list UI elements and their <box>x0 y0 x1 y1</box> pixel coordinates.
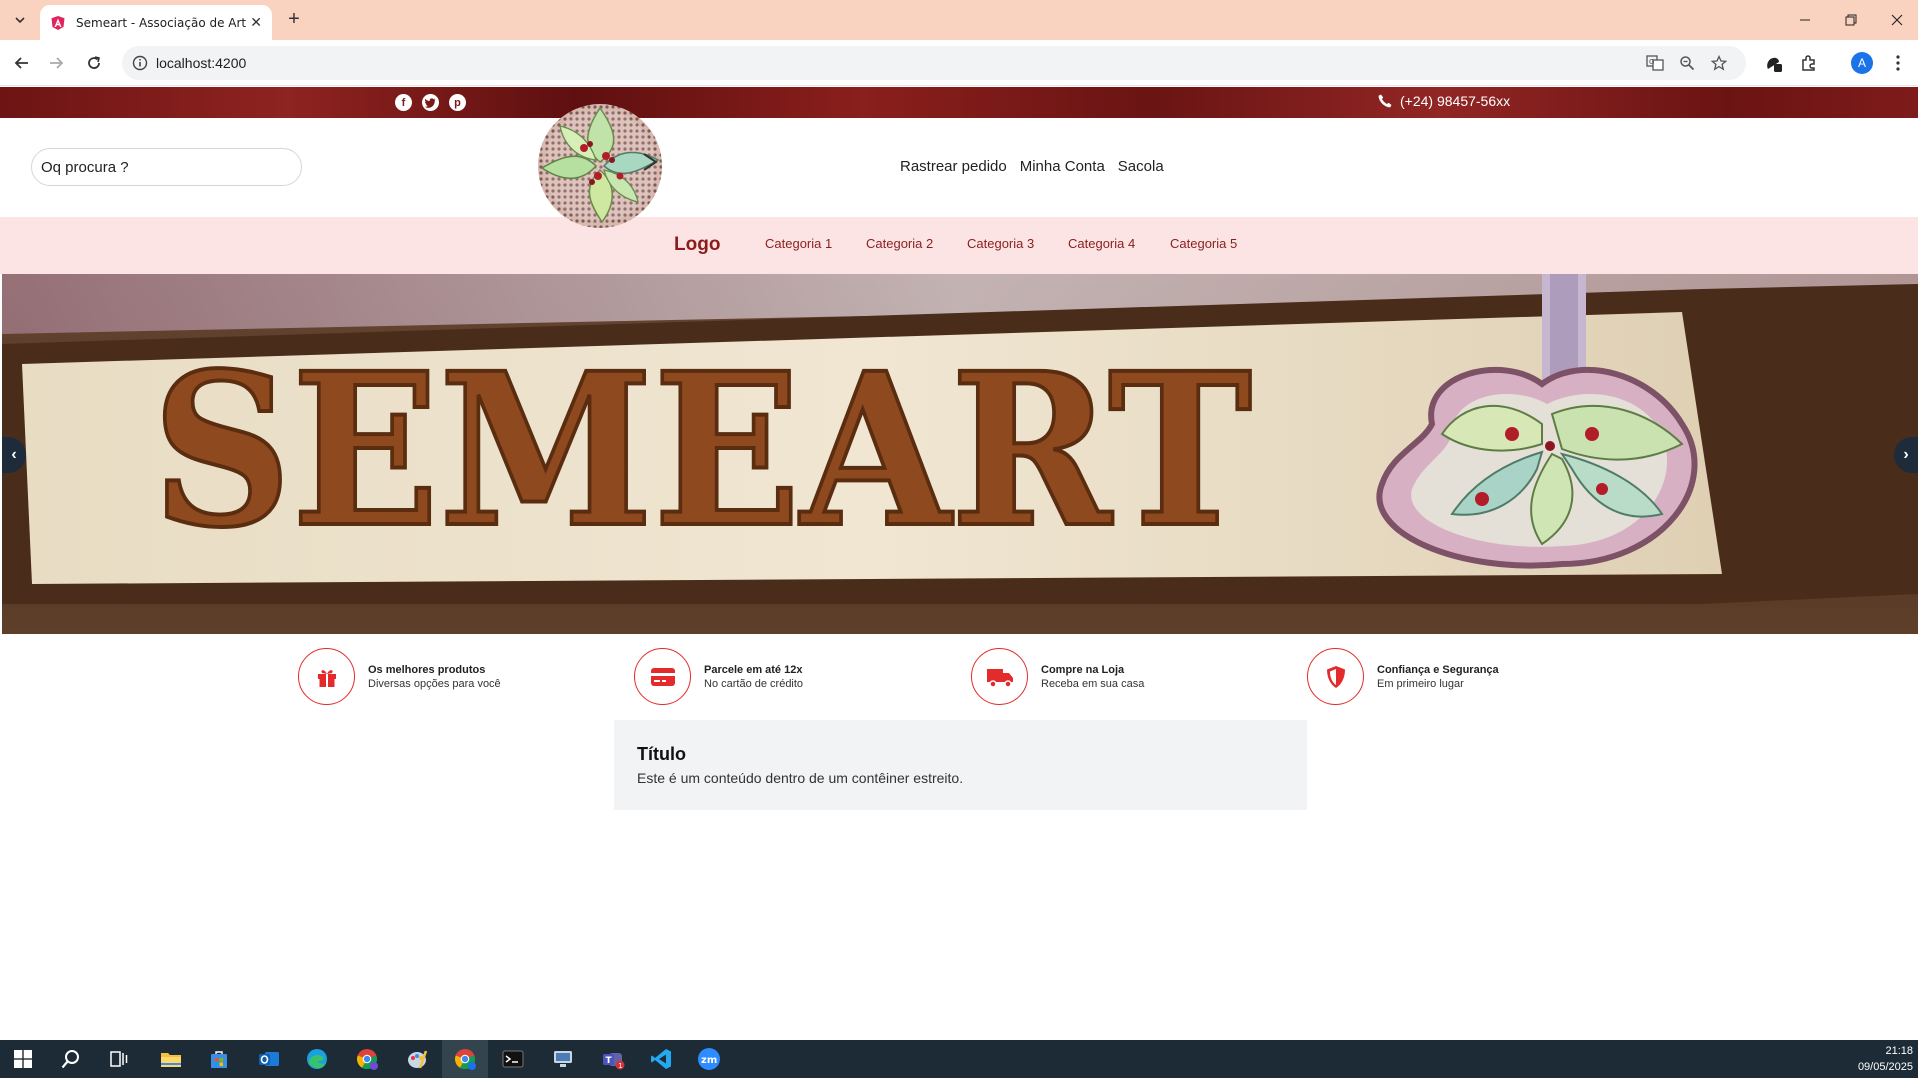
reload-button[interactable] <box>82 51 106 75</box>
feature-best-products: Os melhores produtos Diversas opções par… <box>298 648 501 705</box>
windows-taskbar: T1 zm 21:18 09/05/2025 <box>0 1040 1918 1078</box>
sign-text: SEMEART <box>152 327 1252 574</box>
clock-date: 09/05/2025 <box>1857 1061 1913 1073</box>
my-account-link[interactable]: Minha Conta <box>1020 158 1105 175</box>
feature-subtitle: Receba em sua casa <box>1041 677 1145 690</box>
reload-icon <box>88 56 100 69</box>
tab-close-icon[interactable]: ✕ <box>250 14 262 31</box>
content-text: Este é um conteúdo dentro de um contêine… <box>637 770 964 786</box>
outlook-icon[interactable] <box>256 1046 282 1072</box>
phone-icon <box>1378 94 1392 108</box>
minimize-button[interactable] <box>1790 8 1820 32</box>
shield-icon <box>1307 648 1364 705</box>
menu-kebab-icon[interactable] <box>1886 51 1910 75</box>
top-info-strip: f p (+24) 98457-56xx <box>0 87 1918 118</box>
site-header: Rastrear pedido Minha Conta Sacola <box>0 118 1918 217</box>
site-info-icon[interactable] <box>132 55 148 71</box>
extension-icon[interactable] <box>1762 51 1786 75</box>
twitter-icon[interactable] <box>422 94 439 111</box>
feature-subtitle: Em primeiro lugar <box>1377 677 1464 690</box>
site-logo[interactable] <box>532 98 668 234</box>
category-link-1[interactable]: Categoria 1 <box>765 236 832 251</box>
url-text: localhost:4200 <box>156 55 247 71</box>
minimize-icon <box>1800 19 1810 21</box>
new-tab-button[interactable]: + <box>282 8 306 32</box>
address-bar[interactable]: localhost:4200 G <box>122 46 1746 80</box>
facebook-icon[interactable]: f <box>395 94 412 111</box>
phone-contact[interactable]: (+24) 98457-56xx <box>1378 93 1510 109</box>
microsoft-store-icon[interactable] <box>206 1046 232 1072</box>
feature-title: Parcele em até 12x <box>704 663 803 676</box>
category-link-2[interactable]: Categoria 2 <box>866 236 933 251</box>
system-clock[interactable]: 21:18 09/05/2025 <box>1858 1043 1913 1075</box>
gift-icon <box>298 648 355 705</box>
catbar-logo[interactable]: Logo <box>674 234 720 256</box>
credit-card-icon <box>634 648 691 705</box>
search-input[interactable] <box>31 148 302 186</box>
features-row: Os melhores produtos Diversas opções par… <box>0 646 1918 708</box>
extensions-puzzle-icon[interactable] <box>1797 51 1821 75</box>
bookmark-star-icon[interactable] <box>1710 54 1728 72</box>
feature-title: Os melhores produtos <box>368 663 486 676</box>
task-view-icon[interactable] <box>106 1046 132 1072</box>
feature-trust: Confiança e Segurança Em primeiro lugar <box>1307 648 1499 705</box>
category-link-4[interactable]: Categoria 4 <box>1068 236 1135 251</box>
arrow-left-icon <box>14 57 28 69</box>
restore-button[interactable] <box>1836 8 1866 32</box>
remote-desktop-icon[interactable] <box>550 1046 576 1072</box>
hero-banner-image: SEMEART <box>2 274 1918 634</box>
track-order-link[interactable]: Rastrear pedido <box>900 158 1007 175</box>
category-link-3[interactable]: Categoria 3 <box>967 236 1034 251</box>
angular-favicon-icon <box>51 15 65 30</box>
zoom-icon[interactable] <box>1678 54 1696 72</box>
browser-toolbar: localhost:4200 G A <box>0 40 1918 86</box>
profile-avatar[interactable]: A <box>1850 51 1874 75</box>
close-icon <box>1891 14 1903 26</box>
phone-number: (+24) 98457-56xx <box>1400 93 1511 109</box>
bag-link[interactable]: Sacola <box>1118 158 1164 175</box>
category-link-5[interactable]: Categoria 5 <box>1170 236 1237 251</box>
chrome-icon[interactable] <box>452 1046 478 1072</box>
browser-tab[interactable]: Semeart - Associação de Artesã ✕ <box>40 5 272 40</box>
feature-installments: Parcele em até 12x No cartão de crédito <box>634 648 803 705</box>
svg-text:1: 1 <box>618 1062 622 1070</box>
file-explorer-icon[interactable] <box>158 1046 184 1072</box>
feature-subtitle: No cartão de crédito <box>704 677 804 690</box>
feature-title: Compre na Loja <box>1041 663 1125 676</box>
translate-icon[interactable]: G <box>1646 54 1664 72</box>
terminal-icon[interactable] <box>500 1046 526 1072</box>
header-links: Rastrear pedido Minha Conta Sacola <box>900 158 1164 175</box>
close-window-button[interactable] <box>1882 8 1912 32</box>
category-nav: Logo Categoria 1 Categoria 2 Categoria 3… <box>0 217 1918 274</box>
teams-icon[interactable]: T1 <box>600 1046 626 1072</box>
pinterest-icon[interactable]: p <box>449 94 466 111</box>
restore-icon <box>1845 14 1857 26</box>
vscode-icon[interactable] <box>648 1046 674 1072</box>
windows-start-icon[interactable] <box>10 1046 36 1072</box>
svg-text:zm: zm <box>701 1055 717 1066</box>
feature-subtitle: Diversas opções para você <box>368 677 501 690</box>
zoom-app-icon[interactable]: zm <box>696 1046 722 1072</box>
chevron-down-icon <box>15 17 25 24</box>
truck-icon <box>971 648 1028 705</box>
hero-carousel[interactable]: SEMEART ‹ › <box>2 274 1918 634</box>
forward-button[interactable] <box>44 51 68 75</box>
svg-text:G: G <box>1649 58 1654 66</box>
back-button[interactable] <box>10 51 34 75</box>
search-icon[interactable] <box>58 1046 84 1072</box>
svg-text:T: T <box>606 1056 613 1066</box>
feature-buy-store: Compre na Loja Receba em sua casa <box>971 648 1144 705</box>
browser-tab-bar: Semeart - Associação de Artesã ✕ + <box>0 0 1918 40</box>
paint-icon[interactable] <box>404 1046 430 1072</box>
tab-list-button[interactable] <box>8 9 32 31</box>
feature-title: Confiança e Segurança <box>1377 663 1499 676</box>
clock-time: 21:18 <box>1885 1045 1913 1057</box>
edge-icon[interactable] <box>304 1046 330 1072</box>
chrome-profile-icon[interactable] <box>354 1046 380 1072</box>
narrow-container: Título Este é um conteúdo dentro de um c… <box>614 720 1307 810</box>
content-title: Título <box>637 744 686 764</box>
arrow-right-icon <box>50 57 64 69</box>
tab-title: Semeart - Associação de Artesã <box>76 15 246 30</box>
